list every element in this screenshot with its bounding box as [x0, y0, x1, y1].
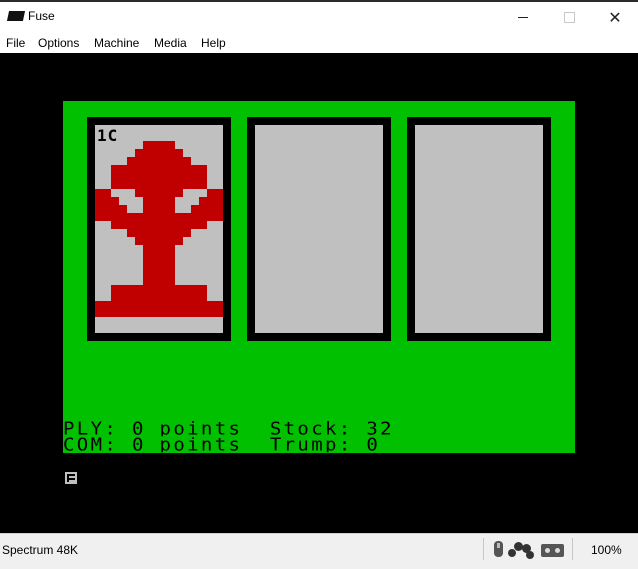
ply-points: 0: [131, 421, 146, 437]
suit-figure-pixel: [111, 165, 207, 173]
suit-figure-pixel: [111, 221, 127, 229]
com-points: 0: [131, 437, 146, 453]
suit-figure-pixel: [143, 253, 175, 261]
statusbar-separator: [483, 538, 484, 560]
statusbar-separator: [572, 538, 573, 560]
suit-figure-pixel: [95, 197, 119, 205]
card-rank-label: 1C: [97, 126, 119, 145]
suit-figure-pixel: [95, 301, 223, 309]
ply-points-unit: points: [159, 421, 243, 437]
emulator-screen[interactable]: 1C PLY: 0 points Stock: 32 COM: 0 points…: [0, 53, 638, 533]
suit-figure-pixel: [143, 245, 175, 253]
card-face-empty: [255, 125, 383, 333]
suit-figure-pixel: [135, 237, 183, 245]
suit-figure-pixel: [127, 229, 191, 237]
suit-figure-pixel: [199, 197, 223, 205]
suit-figure-pixel: [207, 205, 223, 213]
player-score-line: PLY: 0 points Stock: 32: [63, 421, 575, 436]
suit-figure-pixel: [95, 309, 223, 317]
menu-media[interactable]: Media: [154, 36, 187, 50]
suit-figure-pixel: [143, 269, 175, 277]
title-bar: Fuse ✕: [0, 0, 638, 34]
suit-figure-pixel: [127, 157, 191, 165]
suit-figure-pixel: [143, 205, 175, 213]
suit-figure-pixel: [111, 173, 207, 181]
suit-figure-pixel: [95, 205, 111, 213]
menu-help[interactable]: Help: [201, 36, 226, 50]
maximize-icon: [563, 11, 575, 23]
card-face-empty: [415, 125, 543, 333]
suit-figure-pixel: [135, 189, 183, 197]
com-points-unit: points: [159, 437, 243, 453]
peripheral-icons: [488, 539, 568, 561]
input-cursor-icon: [63, 470, 79, 486]
trump-value: 0: [366, 437, 381, 453]
suit-figure-pixel: [143, 277, 175, 285]
mouse-icon[interactable]: [494, 541, 503, 557]
suit-figure-pixel: [111, 205, 127, 213]
suit-figure-pixel: [135, 149, 183, 157]
card-face: 1C: [95, 125, 223, 333]
machine-label: Spectrum 48K: [2, 543, 79, 557]
minimize-button[interactable]: [500, 0, 546, 34]
trump-label: Trump:: [269, 437, 353, 453]
menu-bar: File Options Machine Media Help: [0, 34, 638, 53]
suit-figure-pixel: [143, 197, 175, 205]
suit-figure-pixel: [191, 205, 207, 213]
suit-figure-pixel: [95, 213, 223, 221]
status-bar: Spectrum 48K 100%: [0, 533, 638, 569]
stock-value: 32: [366, 421, 394, 437]
menu-file[interactable]: File: [6, 36, 25, 50]
suit-figure-pixel: [143, 261, 175, 269]
card-slot-3[interactable]: [407, 117, 551, 341]
maximize-button[interactable]: [546, 0, 592, 34]
stock-label: Stock:: [269, 421, 353, 437]
computer-score-line: COM: 0 points Trump: 0: [63, 437, 575, 452]
minimize-icon: [518, 16, 528, 18]
menu-machine[interactable]: Machine: [94, 36, 139, 50]
card-slot-1[interactable]: 1C: [87, 117, 231, 341]
zoom-level: 100%: [591, 543, 622, 557]
joystick-icon[interactable]: [508, 541, 536, 559]
ply-label: PLY:: [63, 421, 119, 437]
suit-figure-pixel: [127, 221, 191, 229]
card-table: 1C PLY: 0 points Stock: 32 COM: 0 points…: [63, 101, 575, 453]
tape-icon[interactable]: [541, 544, 564, 557]
suit-figure-pixel: [95, 189, 111, 197]
card-slot-2[interactable]: [247, 117, 391, 341]
suit-figure-pixel: [143, 141, 175, 149]
suit-figure-pixel: [111, 285, 207, 293]
close-button[interactable]: ✕: [592, 0, 638, 34]
window-title: Fuse: [28, 9, 55, 23]
suit-figure-pixel: [207, 189, 223, 197]
close-icon: ✕: [608, 7, 622, 27]
suit-figure-pixel: [111, 181, 207, 189]
suit-figure-pixel: [111, 293, 207, 301]
com-label: COM:: [63, 437, 119, 453]
fuse-app-icon: [6, 11, 26, 21]
menu-options[interactable]: Options: [38, 36, 79, 50]
suit-figure-pixel: [191, 221, 207, 229]
